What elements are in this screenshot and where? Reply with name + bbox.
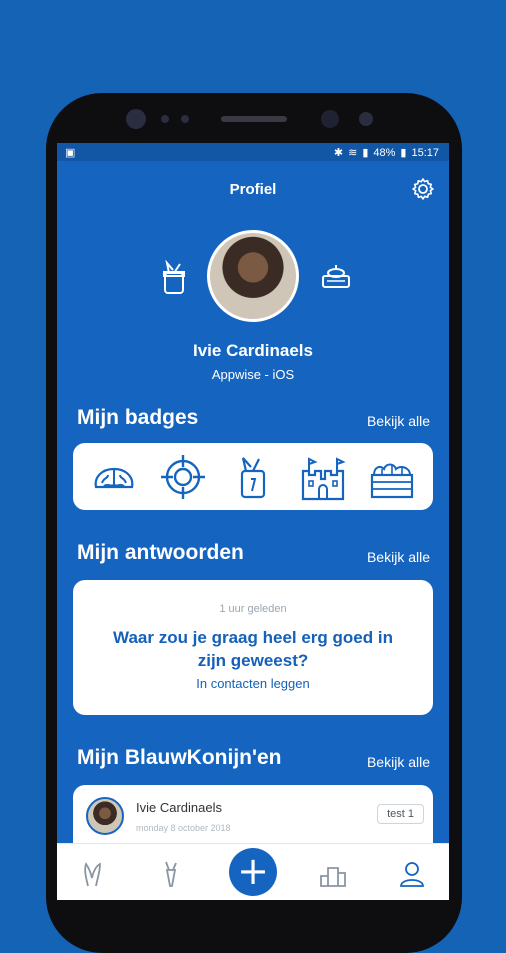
answer-category: In contacten leggen	[196, 676, 310, 691]
answer-time: 1 uur geleden	[219, 603, 287, 615]
answers-title: Mijn antwoorden	[77, 541, 244, 564]
podium-icon[interactable]	[319, 860, 347, 888]
battery-level: 48%	[373, 146, 396, 159]
crate-icon[interactable]	[368, 453, 416, 501]
answers-see-all-link[interactable]: Bekijk alle	[367, 549, 430, 565]
rabbit-icon[interactable]	[80, 860, 108, 888]
profile-icon[interactable]	[398, 860, 426, 888]
answer-question: Waar zou je graag heel erg goed in zijn …	[113, 628, 393, 670]
award-box-icon[interactable]	[321, 264, 351, 290]
profile-name: Ivie Cardinaels	[192, 341, 313, 360]
gallery-notification-icon: ▣	[65, 147, 76, 159]
carrot-jar-icon[interactable]	[229, 453, 277, 501]
carrot-jar-icon[interactable]	[160, 260, 188, 294]
page-title: Profiel	[229, 181, 277, 198]
badges-card	[73, 443, 433, 510]
castle-icon[interactable]	[299, 453, 347, 501]
wifi-icon: ≋	[348, 147, 358, 159]
avatar	[86, 797, 124, 835]
add-button[interactable]: +	[229, 848, 277, 896]
battery-icon: ▮	[400, 147, 407, 159]
signal-icon: ▮	[362, 147, 369, 159]
phone-sensor	[359, 112, 373, 126]
brain-icon[interactable]	[90, 453, 138, 501]
bottom-nav: +	[57, 843, 449, 900]
answer-card[interactable]: 1 uur geleden Waar zou je graag heel erg…	[73, 580, 433, 715]
app-screen: ▣ ✱ ≋ ▮ 48% ▮ 15:17 Profiel Ivie Cardina…	[57, 143, 449, 900]
phone-sensor	[126, 109, 146, 129]
phone-sensor	[181, 115, 189, 123]
target-icon[interactable]	[159, 453, 207, 501]
blauwkonijn-date: monday 8 october 2018	[136, 823, 231, 833]
avatar[interactable]	[207, 230, 299, 322]
badges-title: Mijn badges	[77, 406, 199, 429]
bluetooth-icon: ✱	[333, 147, 344, 159]
status-bar: ▣ ✱ ≋ ▮ 48% ▮ 15:17	[57, 143, 449, 161]
carrot-icon[interactable]	[157, 860, 185, 888]
blauwkonijn-name: Ivie Cardinaels	[136, 800, 222, 815]
gear-icon[interactable]	[411, 177, 435, 201]
phone-speaker	[221, 116, 287, 122]
phone-sensor	[161, 115, 169, 123]
phone-camera	[321, 110, 339, 128]
clock: 15:17	[411, 146, 439, 159]
blauwkonijn-title: Mijn BlauwKonijn'en	[77, 746, 282, 769]
badges-see-all-link[interactable]: Bekijk alle	[367, 413, 430, 429]
blauwkonijn-see-all-link[interactable]: Bekijk alle	[367, 754, 430, 770]
blauwkonijn-tag: test 1	[377, 804, 424, 824]
profile-subtitle: Appwise - iOS	[211, 367, 295, 382]
